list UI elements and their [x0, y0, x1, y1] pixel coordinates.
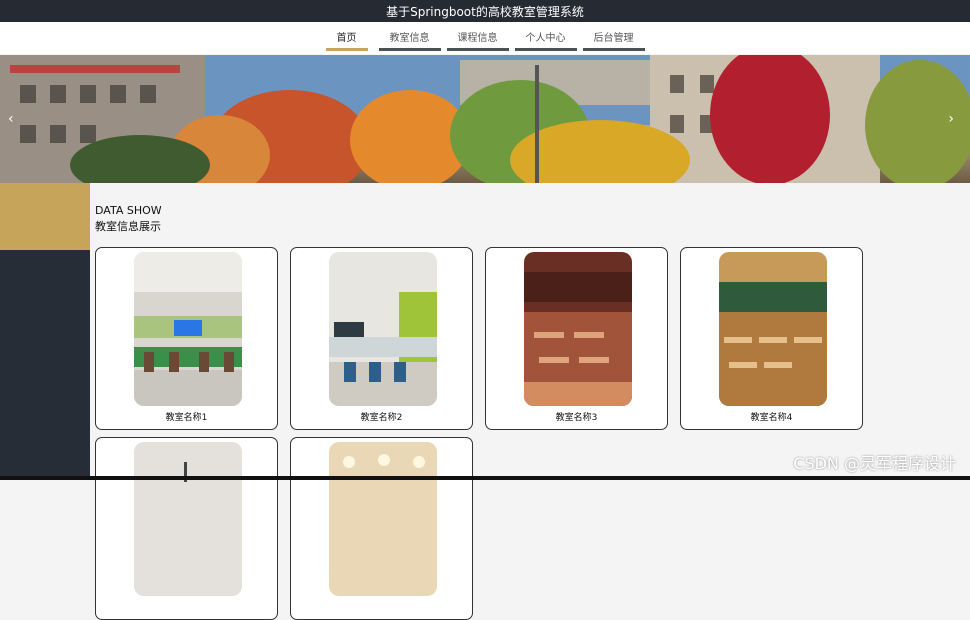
- section-title-en: DATA SHOW: [95, 204, 162, 217]
- classroom-name: 教室名称2: [360, 413, 403, 423]
- classroom-photo: [134, 442, 242, 596]
- campus-autumn-photo: [0, 55, 970, 183]
- classroom-card[interactable]: [95, 437, 278, 620]
- classroom-photo: [524, 252, 632, 406]
- classroom-photo: [719, 252, 827, 406]
- classroom-card[interactable]: 教室名称4: [680, 247, 863, 430]
- classroom-photo: [134, 252, 242, 406]
- chevron-right-icon[interactable]: ›: [948, 111, 954, 127]
- hero-carousel[interactable]: ‹ ›: [0, 55, 970, 183]
- classroom-name: 教室名称1: [165, 413, 208, 423]
- watermark: CSDN @灵军程序设计: [793, 454, 956, 473]
- nav-item-admin[interactable]: 后台管理: [582, 22, 645, 51]
- nav-item-home[interactable]: 首页: [325, 22, 368, 51]
- bottom-border: [0, 476, 970, 480]
- app-title-bar: 基于Springboot的高校教室管理系统: [0, 0, 970, 22]
- classroom-card[interactable]: 教室名称3: [485, 247, 668, 430]
- classroom-photo: [329, 252, 437, 406]
- chevron-left-icon[interactable]: ‹: [8, 111, 14, 127]
- nav-item-classrooms[interactable]: 教室信息: [378, 22, 441, 51]
- classroom-name: 教室名称4: [750, 413, 793, 423]
- section-title-cn: 教室信息展示: [95, 220, 161, 233]
- main-nav: 首页 教室信息 课程信息 个人中心 后台管理: [0, 22, 970, 54]
- app-title: 基于Springboot的高校教室管理系统: [386, 4, 584, 19]
- classroom-name: 教室名称3: [555, 413, 598, 423]
- section-side-panel: [0, 250, 90, 480]
- nav-item-courses[interactable]: 课程信息: [446, 22, 509, 51]
- classroom-card[interactable]: 教室名称1: [95, 247, 278, 430]
- section-accent-block: [0, 183, 90, 250]
- nav-item-profile[interactable]: 个人中心: [514, 22, 577, 51]
- classroom-photo: [329, 442, 437, 596]
- classroom-card[interactable]: [290, 437, 473, 620]
- classroom-card[interactable]: 教室名称2: [290, 247, 473, 430]
